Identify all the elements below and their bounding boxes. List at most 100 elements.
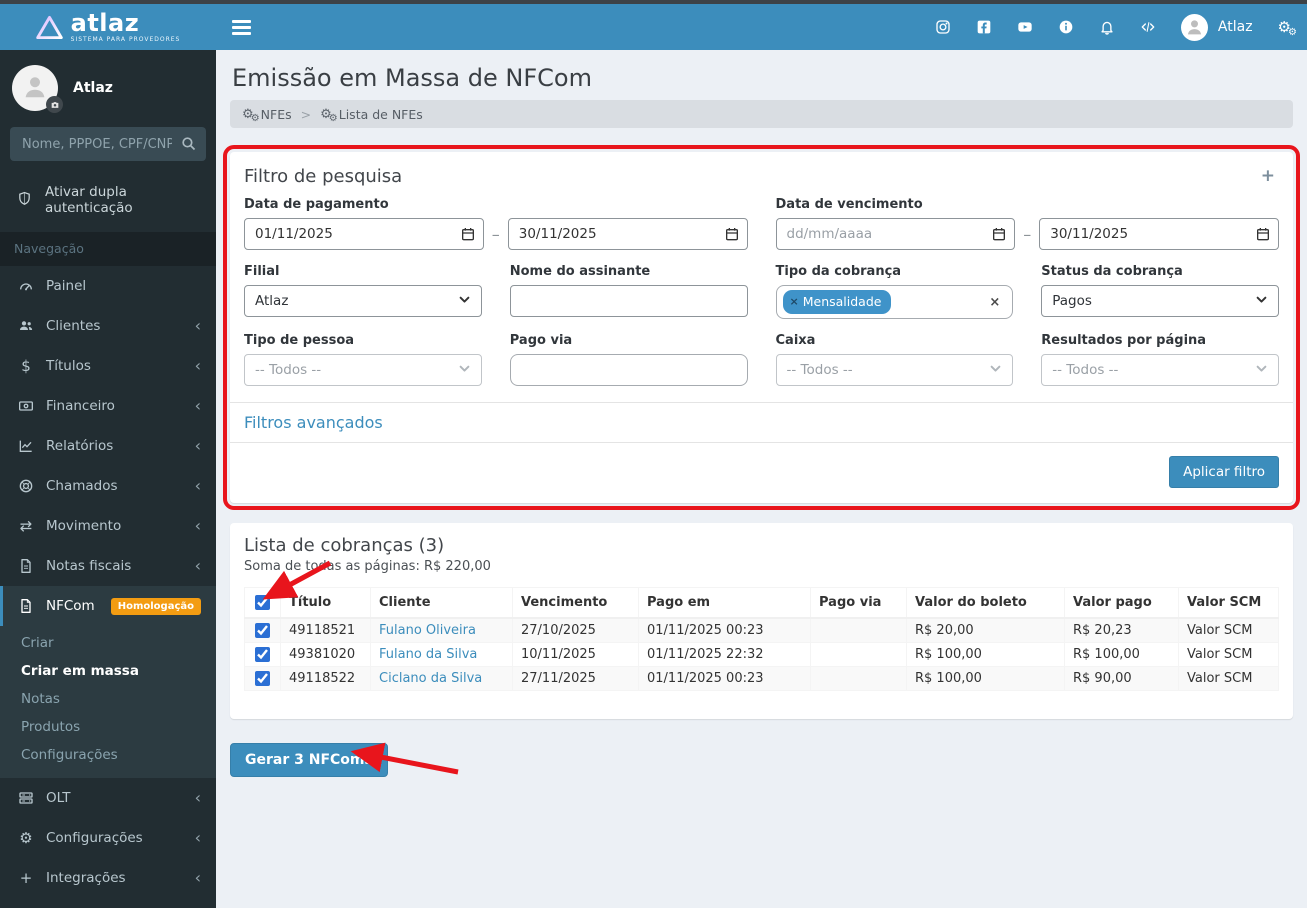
chart-icon — [16, 438, 36, 454]
due-date-to-input[interactable] — [1039, 218, 1279, 250]
user-menu[interactable]: Atlaz — [1180, 13, 1253, 41]
file-icon — [16, 558, 36, 574]
chevron-left-icon: ‹ — [194, 476, 201, 495]
calendar-icon[interactable] — [1255, 226, 1271, 246]
sidebar-item-label: Notas fiscais — [46, 558, 132, 574]
calendar-icon[interactable] — [724, 226, 740, 246]
column-header-vencimento: Vencimento — [512, 587, 639, 619]
chevron-down-icon — [989, 362, 1002, 379]
filter-field-subscriber: Nome do assinante — [509, 264, 748, 319]
sidebar-search — [10, 127, 206, 161]
sidebar-item-olt[interactable]: OLT ‹ — [0, 778, 216, 818]
table-row: 49118521 Fulano Oliveira 27/10/2025 01/11/2… — [244, 617, 1279, 643]
search-icon[interactable] — [180, 135, 197, 156]
branch-select[interactable]: Atlaz — [244, 285, 482, 317]
charges-list-subtitle: Soma de todas as páginas: R$ 220,00 — [244, 559, 491, 574]
cashier-select[interactable]: -- Todos -- — [775, 354, 1014, 386]
code-icon[interactable] — [1140, 19, 1156, 35]
chevron-left-icon: ‹ — [194, 868, 201, 887]
gauge-icon — [16, 278, 36, 294]
breadcrumb-item-nfes[interactable]: ⚙ ⚙ NFEs — [242, 107, 292, 124]
sidebar-item-clientes[interactable]: Clientes ‹ — [0, 306, 216, 346]
charge-type-multiselect[interactable]: × Mensalidade × — [775, 285, 1014, 319]
sidebar-item-chamados[interactable]: Chamados ‹ — [0, 466, 216, 506]
sidebar-item-financeiro[interactable]: Financeiro ‹ — [0, 386, 216, 426]
cell: 49118521 — [280, 617, 371, 643]
client-link[interactable]: Ciclano da Silva — [379, 671, 482, 686]
collapse-plus-icon[interactable]: + — [1257, 166, 1279, 187]
calendar-icon[interactable] — [460, 226, 476, 246]
charge-status-select[interactable]: Pagos — [1041, 285, 1279, 317]
breadcrumb: ⚙ ⚙ NFEs > ⚙ ⚙ Lista de NFEs — [230, 100, 1293, 128]
row-checkbox[interactable] — [255, 647, 270, 662]
table-row: 49118522 Ciclano da Silva 27/11/2025 01/11/… — [244, 666, 1279, 691]
sidebar-item-nfcom[interactable]: NFCom Homologação — [0, 586, 216, 626]
sidebar-item-movimento[interactable]: ⇄ Movimento ‹ — [0, 506, 216, 546]
cell: 27/11/2025 — [512, 666, 639, 691]
submenu-item-criar-em-massa[interactable]: Criar em massa — [0, 657, 216, 685]
submenu-item-notas[interactable]: Notas — [0, 685, 216, 713]
sidebar-item-label: OLT — [46, 790, 71, 806]
payment-date-from-input[interactable] — [244, 218, 484, 250]
advanced-filters-link[interactable]: Filtros avançados — [244, 413, 383, 432]
apply-filter-button[interactable]: Aplicar filtro — [1169, 456, 1279, 488]
cell: R$ 20,23 — [1064, 617, 1179, 643]
row-checkbox[interactable] — [255, 623, 270, 638]
search-input[interactable] — [10, 127, 206, 161]
multiselect-clear-icon[interactable]: × — [989, 295, 1000, 310]
sidebar-item-configuracoes[interactable]: ⚙ Configurações ‹ — [0, 818, 216, 858]
sidebar-item-label: Movimento — [46, 518, 122, 534]
homologacao-badge: Homologação — [110, 597, 201, 615]
payment-date-to-input[interactable] — [507, 218, 748, 250]
client-link[interactable]: Fulano da Silva — [379, 647, 477, 662]
paid-via-input[interactable] — [509, 354, 748, 386]
per-page-select[interactable]: -- Todos -- — [1041, 354, 1279, 386]
sidebar-item-integracoes[interactable]: + Integrações ‹ — [0, 858, 216, 898]
filter-field-per-page: Resultados por página -- Todos -- — [1041, 333, 1279, 386]
support-icon — [16, 478, 36, 494]
brand-logo[interactable]: atlaz SISTEMA PARA PROVEDORES — [0, 4, 216, 50]
person-type-label: Tipo de pessoa — [244, 333, 355, 348]
person-type-select[interactable]: -- Todos -- — [244, 354, 482, 386]
column-header-pago-em: Pago em — [638, 587, 811, 619]
two-factor-link[interactable]: Ativar dupla autenticação — [0, 175, 216, 232]
chip-remove-icon[interactable]: × — [790, 295, 799, 308]
cell — [810, 666, 907, 691]
sidebar-toggle-button[interactable] — [232, 19, 251, 35]
facebook-icon[interactable] — [976, 19, 992, 35]
filter-field-person-type: Tipo de pessoa -- Todos -- — [244, 333, 482, 386]
bell-icon[interactable] — [1099, 19, 1115, 35]
due-date-from-input[interactable] — [775, 218, 1016, 250]
chevron-left-icon: ‹ — [194, 516, 201, 535]
chevron-left-icon: ‹ — [194, 396, 201, 415]
submenu-item-configuracoes[interactable]: Configurações — [0, 741, 216, 769]
sidebar-item-relatorios[interactable]: Relatórios ‹ — [0, 426, 216, 466]
sidebar-item-sistema[interactable]: Sistema‹ — [0, 898, 216, 908]
cell: R$ 100,00 — [906, 642, 1065, 667]
client-link[interactable]: Fulano Oliveira — [379, 623, 476, 638]
select-all-checkbox[interactable] — [255, 595, 270, 610]
users-icon — [16, 318, 36, 334]
exchange-icon: ⇄ — [19, 516, 33, 535]
sidebar-item-titulos[interactable]: $ Títulos ‹ — [0, 346, 216, 386]
row-checkbox[interactable] — [255, 671, 270, 686]
cell: Valor SCM — [1178, 642, 1279, 667]
settings-gears-icon[interactable]: ⚙ ⚙ — [1278, 19, 1297, 37]
submenu-item-criar[interactable]: Criar — [0, 629, 216, 657]
info-icon[interactable] — [1058, 19, 1074, 35]
filter-panel: Filtro de pesquisa + Data de pagamento – — [223, 145, 1300, 510]
calendar-icon[interactable] — [991, 226, 1007, 246]
instagram-icon[interactable] — [935, 19, 951, 35]
charge-type-chip[interactable]: × Mensalidade — [782, 290, 892, 314]
sidebar-item-painel[interactable]: Painel — [0, 266, 216, 306]
submenu-item-produtos[interactable]: Produtos — [0, 713, 216, 741]
file-icon — [16, 598, 36, 614]
generate-nfcoms-button[interactable]: Gerar 3 NFComs — [230, 743, 388, 777]
breadcrumb-item-lista-de-nfes[interactable]: ⚙ ⚙ Lista de NFEs — [320, 107, 423, 124]
sidebar-item-notas-fiscais[interactable]: Notas fiscais ‹ — [0, 546, 216, 586]
charge-type-label: Tipo da cobrança — [775, 264, 902, 279]
youtube-icon[interactable] — [1017, 19, 1033, 35]
gear-icon: ⚙ — [19, 828, 33, 847]
change-photo-button[interactable] — [46, 96, 63, 113]
subscriber-input[interactable] — [509, 285, 748, 317]
